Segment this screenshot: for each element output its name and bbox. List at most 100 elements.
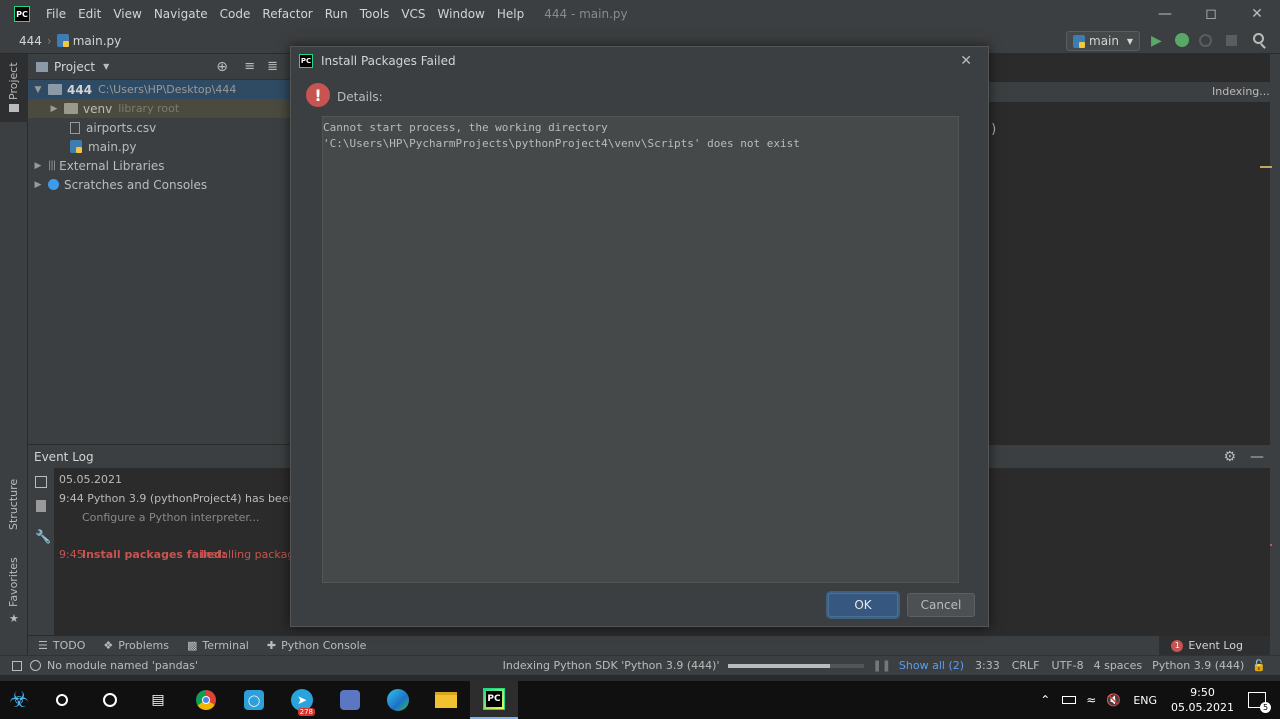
file-label: airports.csv <box>86 120 157 135</box>
indent-setting[interactable]: 4 spaces <box>1094 659 1143 672</box>
cancel-button[interactable]: Cancel <box>907 593 975 617</box>
clock[interactable]: 9:50 05.05.2021 <box>1171 685 1234 715</box>
minimize-panel-icon[interactable]: — <box>1250 449 1264 465</box>
search-icon[interactable] <box>1253 33 1264 44</box>
stop-icon[interactable] <box>1226 35 1237 46</box>
menu-navigate[interactable]: Navigate <box>148 0 214 28</box>
menu-tools[interactable]: Tools <box>354 0 396 28</box>
event-log-tab[interactable]: 1 Event Log <box>1159 635 1270 656</box>
menu-help[interactable]: Help <box>491 0 530 28</box>
indexing-progress-bar <box>728 663 865 668</box>
status-message[interactable]: No module named 'pandas' <box>47 659 198 672</box>
python-console-label: Python Console <box>281 639 367 652</box>
error-badge-icon: 1 <box>1171 639 1184 652</box>
expand-all-icon[interactable]: ≡ <box>244 59 255 74</box>
menu-window[interactable]: Window <box>432 0 491 28</box>
debug-icon[interactable] <box>1175 33 1189 47</box>
edge-icon[interactable] <box>374 681 422 719</box>
structure-tool-tab[interactable]: Structure <box>0 479 28 544</box>
language-indicator[interactable]: ENG <box>1133 694 1157 707</box>
menu-edit[interactable]: Edit <box>72 0 107 28</box>
status-bar: No module named 'pandas' Indexing Python… <box>0 655 1280 675</box>
close-window-button[interactable]: ✕ <box>1234 0 1280 28</box>
tree-item-external-libraries[interactable]: ▶ ||| External Libraries <box>28 156 290 175</box>
run-icon[interactable]: ▶ <box>1151 33 1162 49</box>
lock-icon[interactable]: 🔓 <box>1252 659 1266 672</box>
collapse-all-icon[interactable]: ≣ <box>267 59 278 74</box>
wifi-icon[interactable]: ≈ <box>1086 693 1096 707</box>
warning-marker[interactable] <box>1260 166 1272 168</box>
expand-arrow-icon: ▼ <box>34 84 42 95</box>
event-log-title: Event Log <box>34 449 94 464</box>
expand-arrow-icon: ▶ <box>34 179 42 190</box>
battery-icon[interactable] <box>1062 696 1077 704</box>
breadcrumb-project[interactable]: 444 <box>19 34 42 48</box>
wrench-icon[interactable]: 🔧 <box>35 530 51 545</box>
details-text-area[interactable]: Cannot start process, the working direct… <box>322 116 959 583</box>
show-all-link[interactable]: Show all (2) <box>899 659 964 672</box>
log-entry-1: 9:44 Python 3.9 (pythonProject4) has bee… <box>59 492 323 505</box>
problems-tab[interactable]: ❖ Problems <box>103 639 169 652</box>
python-console-tab[interactable]: ✚ Python Console <box>267 639 367 652</box>
project-view-select[interactable]: Project <box>54 60 95 74</box>
close-icon[interactable]: ✕ <box>960 53 972 69</box>
error-message-line-2: 'C:\Users\HP\PycharmProjects\pythonProje… <box>323 137 800 150</box>
ok-button[interactable]: OK <box>828 593 898 617</box>
biohazard-start-icon: ☣ <box>9 687 29 713</box>
caret-position[interactable]: 3:33 <box>975 659 1000 672</box>
chevron-up-icon[interactable]: ⌃ <box>1040 693 1050 707</box>
telegram-badge: 278 <box>297 708 315 716</box>
menu-refactor[interactable]: Refactor <box>256 0 318 28</box>
menu-run[interactable]: Run <box>319 0 354 28</box>
line-separator[interactable]: CRLF <box>1012 659 1040 672</box>
search-icon[interactable] <box>38 681 86 719</box>
cortana-icon[interactable] <box>86 681 134 719</box>
toggle-tool-windows-icon[interactable] <box>12 660 22 671</box>
coverage-icon[interactable] <box>1199 34 1212 47</box>
pycharm-taskbar-icon[interactable]: PC <box>470 681 518 719</box>
chrome-icon[interactable] <box>182 681 230 719</box>
trash-icon[interactable] <box>36 500 46 512</box>
discord-icon[interactable] <box>326 681 374 719</box>
menu-vcs[interactable]: VCS <box>395 0 431 28</box>
tree-item-airports-csv[interactable]: airports.csv <box>28 118 290 137</box>
project-tool-tab[interactable]: Project <box>0 54 28 122</box>
right-scroll-stripe[interactable] <box>1270 54 1280 655</box>
tree-item-venv[interactable]: ▶ venv library root <box>28 99 290 118</box>
gear-icon[interactable]: ⚙ <box>1223 449 1236 465</box>
todo-tab[interactable]: ☰ TODO <box>38 639 85 652</box>
expand-arrow-icon: ▶ <box>34 160 42 171</box>
file-explorer-icon[interactable] <box>422 681 470 719</box>
file-encoding[interactable]: UTF-8 <box>1052 659 1084 672</box>
telegram-icon[interactable]: ➤ 278 <box>278 681 326 719</box>
menu-file[interactable]: File <box>40 0 72 28</box>
favorites-tool-tab[interactable]: Favorites ★ <box>0 557 28 625</box>
install-packages-failed-dialog: PC Install Packages Failed ✕ ! Details: … <box>290 46 989 627</box>
start-icon[interactable]: ☣ <box>0 681 38 719</box>
indexing-label: Indexing... <box>1207 84 1270 100</box>
minimize-button[interactable]: — <box>1142 0 1188 28</box>
tree-root[interactable]: ▼ 444 C:\Users\HP\Desktop\444 <box>28 80 290 99</box>
tree-item-scratches[interactable]: ▶ Scratches and Consoles <box>28 175 290 194</box>
task-view-icon[interactable]: ▤ <box>134 681 182 719</box>
menu-code[interactable]: Code <box>214 0 257 28</box>
maximize-button[interactable]: ◻ <box>1188 0 1234 28</box>
tree-item-main-py[interactable]: main.py <box>28 137 290 156</box>
configure-interpreter-link[interactable]: Configure a Python interpreter... <box>82 511 259 524</box>
python-icon <box>1073 34 1085 48</box>
notifications-icon[interactable]: 5 <box>1248 692 1271 713</box>
interpreter-setting[interactable]: Python 3.9 (444) <box>1152 659 1244 672</box>
run-config-select[interactable]: main ▼ <box>1066 31 1140 51</box>
locate-icon[interactable]: ⊕ <box>216 59 228 75</box>
terminal-tab[interactable]: ▩ Terminal <box>187 639 249 652</box>
menu-view[interactable]: View <box>107 0 147 28</box>
chevron-down-icon[interactable]: ▼ <box>103 62 109 71</box>
log-date: 05.05.2021 <box>59 473 122 486</box>
volume-muted-icon[interactable]: 🔇 <box>1106 693 1121 707</box>
mark-read-icon[interactable] <box>35 476 47 488</box>
window-title: 444 - main.py <box>544 7 628 21</box>
log-entry-2-time: 9:45 <box>59 548 84 561</box>
pause-icon[interactable]: ❚❚ <box>872 659 890 672</box>
breadcrumb-file[interactable]: main.py <box>73 34 122 48</box>
instagram-icon[interactable]: ◯ <box>230 681 278 719</box>
